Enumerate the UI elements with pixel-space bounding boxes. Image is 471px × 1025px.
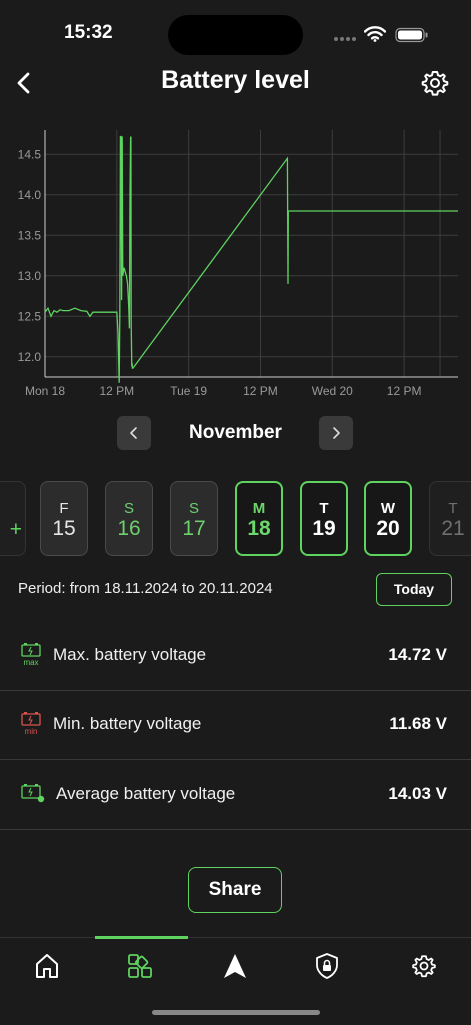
y-tick-label: 12.0: [18, 350, 42, 364]
max-icon-text: max: [23, 658, 38, 666]
day-card-selected[interactable]: T 19: [300, 481, 348, 556]
today-button[interactable]: Today: [376, 573, 452, 606]
day-letter: S: [123, 500, 134, 517]
day-letter: F: [59, 500, 69, 517]
battery-min-icon: min: [21, 712, 41, 735]
tab-security[interactable]: [309, 948, 345, 984]
x-tick-label: Wed 20: [312, 384, 353, 398]
previous-month-button[interactable]: [117, 416, 151, 450]
wifi-icon: [364, 26, 386, 42]
y-tick-label: 13.5: [18, 228, 42, 242]
voltage-series-line: [44, 135, 458, 383]
stat-row-max: max Max. battery voltage 14.72 V: [0, 621, 471, 691]
day-letter: T: [319, 500, 329, 517]
signal-icon: [334, 37, 356, 41]
stat-row-min: min Min. battery voltage 11.68 V: [0, 690, 471, 760]
period-text: Period: from 18.11.2024 to 20.11.2024: [18, 580, 273, 597]
battery-max-icon: max: [21, 643, 41, 666]
stat-row-average: Average battery voltage 14.03 V: [0, 760, 471, 830]
battery-average-icon: [21, 784, 45, 803]
page-title: Battery level: [161, 66, 310, 94]
day-number: 18: [247, 517, 271, 540]
day-card-selected[interactable]: M 18: [235, 481, 283, 556]
day-card[interactable]: T 21: [429, 481, 471, 556]
y-tick-label: 13.0: [18, 269, 42, 283]
min-icon-text: min: [25, 727, 38, 735]
chevron-left-icon: [130, 427, 137, 439]
active-tab-indicator: [95, 936, 188, 939]
y-tick-label: 14.5: [18, 147, 42, 161]
navigation-icon: [224, 954, 246, 978]
tab-dashboard[interactable]: [122, 948, 158, 984]
tab-settings[interactable]: [406, 948, 442, 984]
day-letter: M: [252, 500, 266, 517]
battery-status-icon: [395, 27, 428, 43]
day-card[interactable]: S 17: [170, 481, 218, 556]
day-number: 16: [117, 517, 141, 540]
gear-icon: [421, 71, 449, 96]
x-tick-label: Mon 18: [25, 384, 65, 398]
day-card[interactable]: S 16: [105, 481, 153, 556]
day-number: 19: [312, 517, 336, 540]
battery-voltage-chart: 14.5 14.0 13.5 13.0 12.5 12.0 Mon 18 12 PM Tue …: [18, 130, 458, 398]
chevron-right-icon: [333, 427, 340, 439]
day-number: 20: [376, 517, 400, 540]
share-button[interactable]: Share: [188, 867, 282, 913]
x-tick-label: Tue 19: [170, 384, 207, 398]
day-card-partial[interactable]: +: [0, 481, 26, 556]
settings-button[interactable]: [418, 66, 452, 100]
status-time: 15:32: [64, 22, 113, 43]
month-label: November: [189, 422, 282, 443]
stat-value: 14.03 V: [388, 784, 447, 803]
y-axis-ticks: 14.5 14.0 13.5 13.0 12.5 12.0: [18, 147, 42, 363]
day-letter: W: [380, 500, 396, 517]
dynamic-island: [168, 15, 303, 55]
dashboard-icon: [128, 954, 152, 978]
day-letter: S: [188, 500, 199, 517]
gear-icon: [412, 955, 436, 978]
day-number: 21: [441, 517, 465, 540]
day-number: 15: [52, 517, 76, 540]
x-tick-label: 12 PM: [243, 384, 278, 398]
shield-lock-icon: [316, 953, 338, 979]
x-tick-label: 12 PM: [387, 384, 422, 398]
stat-label: Average battery voltage: [56, 784, 236, 803]
day-letter: T: [448, 500, 458, 517]
y-tick-label: 14.0: [18, 188, 42, 202]
stat-value: 11.68 V: [389, 714, 447, 733]
x-axis-ticks: Mon 18 12 PM Tue 19 12 PM Wed 20 12 PM: [25, 384, 421, 398]
stat-value: 14.72 V: [388, 645, 447, 664]
tab-navigation[interactable]: [217, 948, 253, 984]
day-card-selected[interactable]: W 20: [364, 481, 412, 556]
stat-label: Max. battery voltage: [53, 645, 207, 664]
y-tick-label: 12.5: [18, 309, 42, 323]
home-icon: [36, 954, 58, 978]
stat-label: Min. battery voltage: [53, 714, 202, 733]
next-month-button[interactable]: [319, 416, 353, 450]
x-tick-label: 12 PM: [99, 384, 134, 398]
home-indicator: [152, 1010, 320, 1015]
day-card[interactable]: F 15: [40, 481, 88, 556]
chart-grid: [44, 130, 458, 378]
day-number: 17: [182, 517, 206, 540]
tab-home[interactable]: [29, 948, 65, 984]
